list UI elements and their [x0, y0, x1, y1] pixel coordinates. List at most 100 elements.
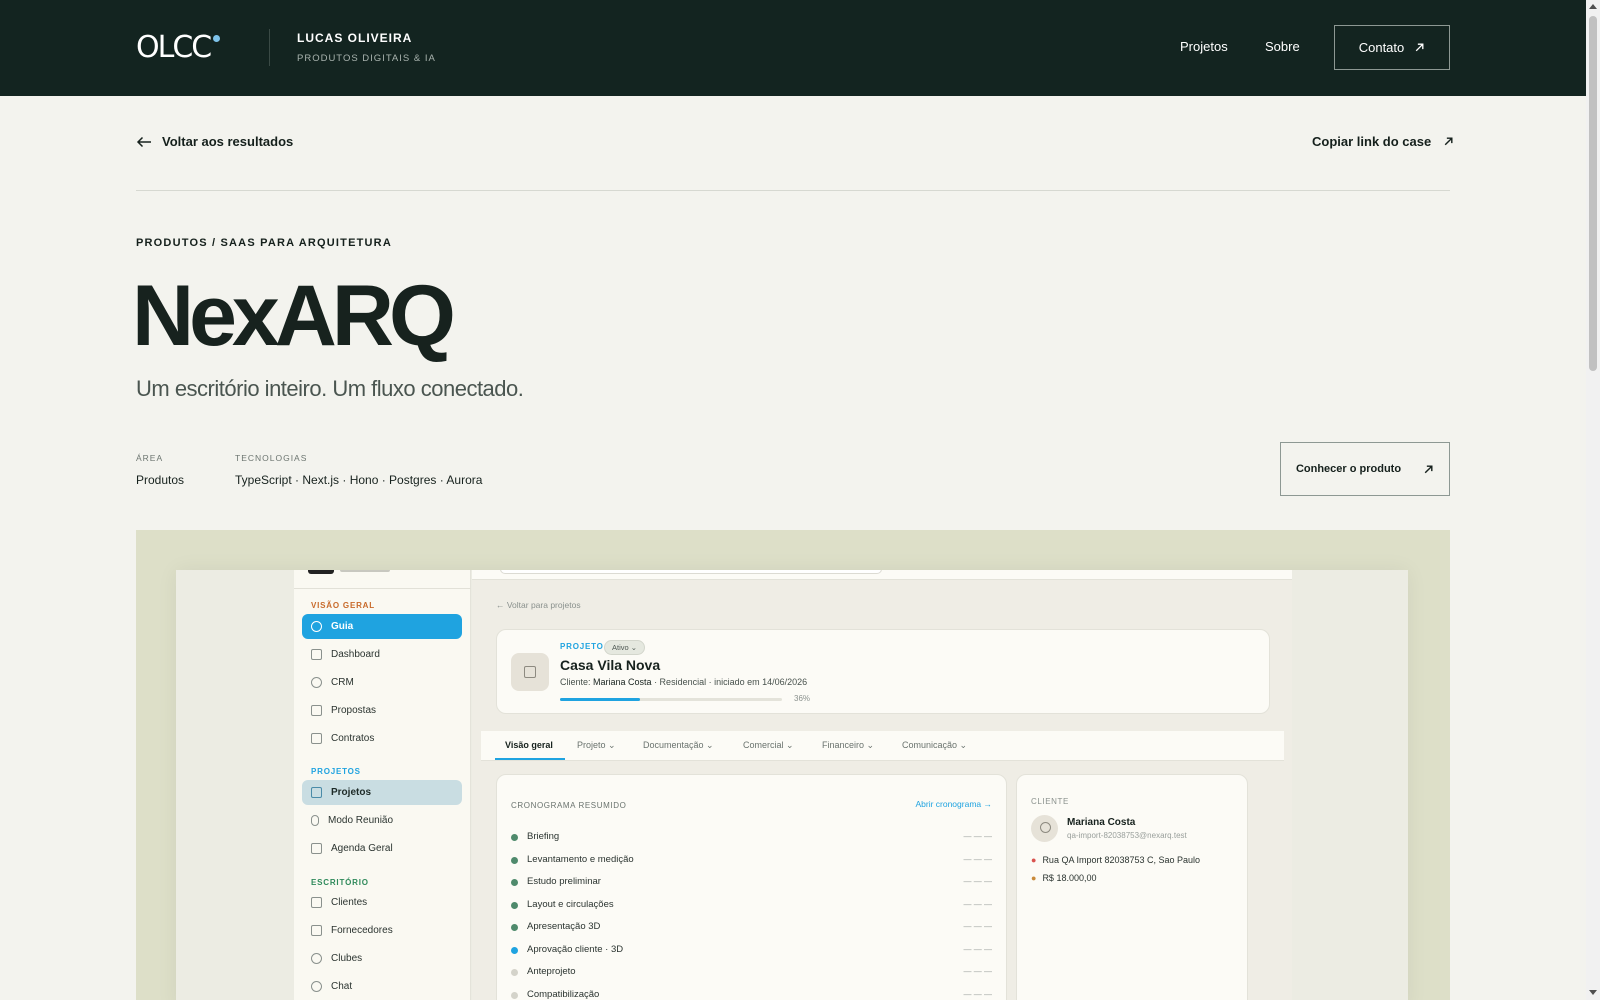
- status-dot-icon: [511, 991, 518, 999]
- meta-tech-label: TECNOLOGIAS: [235, 453, 308, 463]
- tab-financeiro[interactable]: Financeiro ⌄: [822, 740, 874, 751]
- project-status-dropdown[interactable]: Ativo ⌄: [604, 640, 646, 655]
- status-dot-icon: [511, 834, 518, 841]
- meta-area-label: ÁREA: [136, 453, 164, 463]
- page-subtitle: Um escritório inteiro. Um fluxo conectad…: [136, 376, 524, 401]
- project-progress-bar: [560, 698, 782, 701]
- sidebar-section-visao-geral: VISÃO GERAL: [311, 601, 375, 610]
- schedule-row-date: — — —: [963, 989, 992, 999]
- client-title: CLIENTE: [1031, 797, 1069, 806]
- schedule-row-date: — — —: [963, 854, 992, 864]
- sidebar-item-agenda-geral[interactable]: Agenda Geral: [302, 836, 462, 861]
- tab-documentacao[interactable]: Documentação ⌄: [643, 740, 714, 751]
- sidebar-item-contratos[interactable]: Contratos: [302, 726, 462, 751]
- arrow-up-right-icon: [1424, 464, 1433, 473]
- project-icon: [511, 653, 549, 691]
- sidebar-item-crm[interactable]: CRM: [302, 670, 462, 695]
- back-to-results-link[interactable]: Voltar aos resultados: [136, 134, 293, 149]
- site-logo[interactable]: OLCC: [136, 30, 221, 66]
- sidebar-item-fornecedores[interactable]: Fornecedores: [302, 918, 462, 943]
- schedule-row: Aprovação cliente · 3D — — —: [511, 944, 992, 958]
- contract-icon: [311, 733, 322, 744]
- status-dot-icon: [511, 969, 518, 976]
- page-title: NexARQ: [132, 268, 456, 364]
- sidebar-item-chat[interactable]: Chat: [302, 974, 462, 999]
- case-category: PRODUTOS / SAAS PARA ARQUITETURA: [136, 237, 392, 249]
- schedule-row-label: Layout e circulações: [527, 898, 614, 910]
- know-product-button[interactable]: Conhecer o produto: [1280, 442, 1450, 496]
- app-logo: [308, 570, 334, 574]
- product-preview: VISÃO GERAL Guia Dashboard CRM Propostas…: [136, 530, 1450, 1000]
- tab-projeto[interactable]: Projeto ⌄: [577, 740, 616, 751]
- schedule-row-date: — — —: [963, 877, 992, 886]
- status-dot-icon: [511, 879, 518, 886]
- microphone-icon: [311, 815, 319, 826]
- app-sidebar: VISÃO GERAL Guia Dashboard CRM Propostas…: [294, 570, 471, 1000]
- sidebar-item-guia[interactable]: Guia: [302, 614, 462, 639]
- project-tabs: Visão geral Projeto ⌄ Documentação ⌄ Com…: [481, 731, 1284, 761]
- sidebar-section-escritorio: ESCRITÓRIO: [311, 878, 369, 887]
- client-budget: ● R$ 18.000,00: [1031, 873, 1097, 883]
- schedule-row-label: Briefing: [527, 831, 560, 842]
- schedule-row-date: — — —: [963, 899, 992, 909]
- meta-area-value: Produtos: [136, 473, 185, 487]
- open-schedule-link[interactable]: Abrir cronograma →: [915, 799, 992, 809]
- nav-sobre[interactable]: Sobre: [1265, 39, 1300, 54]
- schedule-row-label: Anteprojeto: [527, 966, 576, 977]
- scrollbar-thumb[interactable]: [1589, 16, 1597, 371]
- sidebar-item-propostas[interactable]: Propostas: [302, 698, 462, 723]
- schedule-row-date: — — —: [963, 922, 992, 931]
- arrow-up-right-icon: [1444, 137, 1453, 146]
- app-main: ← Voltar para projetos PROJETO Ativo ⌄ C…: [472, 570, 1292, 1000]
- project-label: PROJETO: [560, 642, 604, 651]
- schedule-row-label: Apresentação 3D: [527, 921, 601, 932]
- tab-comercial[interactable]: Comercial ⌄: [743, 740, 794, 751]
- schedule-row-date: — — —: [963, 832, 992, 841]
- active-tab-indicator: [495, 758, 565, 760]
- tab-visao-geral[interactable]: Visão geral: [505, 740, 553, 750]
- schedule-row-label: Estudo preliminar: [527, 876, 601, 887]
- award-icon: [311, 953, 322, 964]
- sidebar-item-modo-reuniao[interactable]: Modo Reunião: [302, 808, 462, 833]
- contact-button[interactable]: Contato: [1334, 25, 1450, 70]
- calendar-icon: [311, 843, 322, 854]
- schedule-row: Apresentação 3D — — —: [511, 921, 992, 935]
- schedule-row-label: Compatibilização: [527, 988, 600, 1000]
- arrow-left-icon: [136, 136, 151, 147]
- nav-projetos[interactable]: Projetos: [1180, 39, 1228, 54]
- schedule-row-date: — — —: [963, 967, 992, 976]
- sidebar-item-dashboard[interactable]: Dashboard: [302, 642, 462, 667]
- id-card-icon: [311, 897, 322, 908]
- money-bag-icon: ●: [1031, 873, 1037, 883]
- project-name: Casa Vila Nova: [560, 657, 661, 673]
- client-address: ● Rua QA Import 82038753 C, Sao Paulo: [1031, 855, 1201, 865]
- project-progress-label: 36%: [794, 694, 811, 703]
- grid-icon: [311, 649, 322, 660]
- back-to-projects-link[interactable]: ← Voltar para projetos: [496, 600, 581, 610]
- page-scrollbar[interactable]: [1586, 0, 1600, 1000]
- sidebar-item-clubes[interactable]: Clubes: [302, 946, 462, 971]
- client-name: Mariana Costa: [1067, 817, 1136, 828]
- divider: [136, 190, 1450, 191]
- header-divider: [269, 29, 270, 66]
- truck-icon: [311, 925, 322, 936]
- app-search-input[interactable]: [500, 570, 882, 574]
- arrow-up-right-icon: [1415, 43, 1424, 52]
- copy-case-link[interactable]: Copiar link do case: [1312, 134, 1454, 149]
- tab-comunicacao[interactable]: Comunicação ⌄: [902, 740, 967, 751]
- document-icon: [311, 705, 322, 716]
- brand-tagline: PRODUTOS DIGITAIS & IA: [297, 53, 436, 64]
- status-dot-icon: [511, 901, 518, 909]
- sidebar-item-clientes[interactable]: Clientes: [302, 890, 462, 915]
- client-email: qa-import-82038753@nexarq.test: [1067, 831, 1187, 840]
- schedule-row: Estudo preliminar — — —: [511, 876, 992, 890]
- client-avatar: [1031, 815, 1058, 842]
- schedule-row-date: — — —: [963, 944, 992, 954]
- project-details: Cliente: Mariana Costa · Residencial · i…: [560, 677, 808, 687]
- compass-icon: [311, 621, 322, 632]
- site-header: OLCC LUCAS OLIVEIRA PRODUTOS DIGITAIS & …: [0, 0, 1586, 96]
- building-icon: [311, 787, 322, 798]
- schedule-row-label: Aprovação cliente · 3D: [527, 943, 624, 955]
- sidebar-item-projetos[interactable]: Projetos: [302, 780, 462, 805]
- client-card: CLIENTE Mariana Costa qa-import-82038753…: [1016, 774, 1248, 1000]
